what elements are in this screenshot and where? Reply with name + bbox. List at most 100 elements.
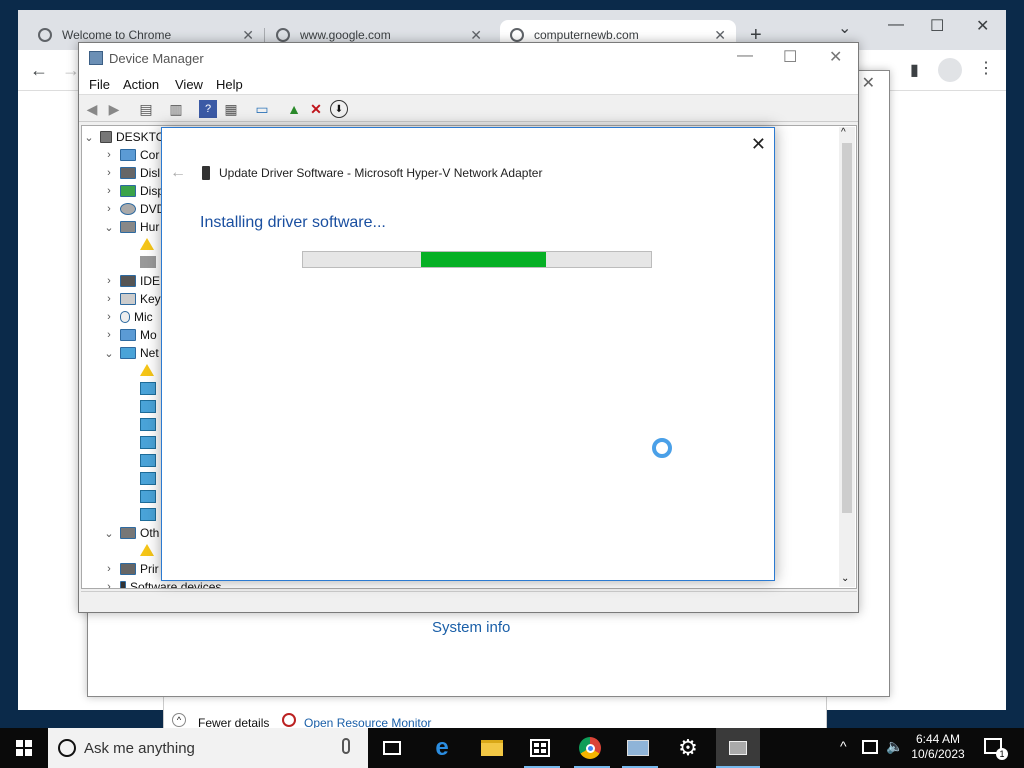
scrollbar-thumb[interactable] [842,143,852,513]
chevron-down-icon[interactable]: ⌄ [838,18,851,38]
help-icon[interactable]: ? [199,100,217,118]
chevron-down-icon[interactable]: ⌄ [82,131,96,144]
menu-view[interactable]: View [175,77,203,92]
menu-help[interactable]: Help [216,77,243,92]
close-icon[interactable]: ✕ [714,27,726,44]
chevron-right-icon[interactable]: › [102,185,116,197]
mouse-icon [120,311,130,323]
network-adapter-icon[interactable] [140,382,156,395]
update-driver-icon[interactable]: ▲ [285,100,303,118]
software-device-icon [120,581,126,588]
tab-title: Welcome to Chrome [62,28,172,42]
microphone-icon[interactable] [342,738,350,754]
taskbar-search[interactable]: Ask me anything [48,728,368,768]
menu-file[interactable]: File [89,77,110,92]
network-adapter-icon[interactable] [140,472,156,485]
document-icon[interactable]: ▥ [167,100,185,118]
system-info-link[interactable]: System info [432,619,510,636]
chevron-right-icon[interactable]: › [102,203,116,215]
close-icon[interactable]: ✕ [751,134,766,155]
progress-bar [302,251,652,268]
resource-monitor-icon [282,713,296,727]
clock-time: 6:44 AM [915,732,961,746]
file-explorer-icon[interactable] [478,734,506,762]
back-arrow-icon[interactable]: ← [30,60,48,81]
volume-muted-icon[interactable]: 🔈 [886,738,903,755]
chevron-up-icon[interactable]: ^ [172,713,186,727]
hid-icon [120,221,136,233]
network-adapter-icon[interactable] [140,490,156,503]
close-icon[interactable]: ✕ [242,27,254,44]
close-icon[interactable]: ✕ [976,16,989,36]
vertical-scrollbar[interactable]: ^ ⌄ [839,127,855,587]
warning-icon[interactable] [140,544,154,556]
store-icon[interactable] [526,734,554,762]
chevron-right-icon[interactable]: › [102,167,116,179]
network-adapter-icon[interactable] [140,508,156,521]
chevron-right-icon[interactable]: › [102,329,116,341]
tab-title: www.google.com [300,28,391,42]
more-vert-icon[interactable]: ⋮ [978,58,994,78]
maximize-icon[interactable]: ☐ [783,47,797,67]
printer-icon [120,563,136,575]
minimize-icon[interactable]: — [737,47,753,65]
device-manager-icon [89,51,103,65]
edge-icon[interactable]: e [428,734,456,762]
chevron-right-icon[interactable]: › [102,563,116,575]
network-adapter-icon[interactable] [140,400,156,413]
hid-device-icon[interactable] [140,256,156,268]
clock[interactable]: 6:44 AM 10/6/2023 [906,732,970,762]
chevron-up-icon[interactable]: ^ [840,738,847,754]
view-icon[interactable]: ▦ [222,100,240,118]
chevron-right-icon[interactable]: › [102,149,116,161]
dvd-icon [120,203,136,215]
minimize-icon[interactable]: — [888,16,904,34]
network-adapter-icon[interactable] [140,418,156,431]
download-icon[interactable]: ⬇ [330,100,348,118]
network-adapter-icon[interactable] [140,454,156,467]
chevron-down-icon[interactable]: ⌄ [102,347,116,360]
chevron-right-icon[interactable]: › [102,311,116,323]
menu-bar: File Action View Help [79,73,858,95]
chrome-icon[interactable] [576,734,604,762]
resource-monitor-icon[interactable] [624,734,652,762]
status-bar [81,591,857,611]
forward-arrow-icon[interactable]: ▶ [105,100,123,118]
back-arrow-icon[interactable]: ← [170,164,186,182]
gear-icon[interactable]: ⚙ [674,734,702,762]
monitor-icon[interactable]: ▭ [253,100,271,118]
keyboard-icon [120,293,136,305]
tree-label: DESKTO [116,130,166,144]
close-icon[interactable]: ✕ [829,47,842,67]
chevron-right-icon[interactable]: › [102,293,116,305]
tab-title: computernewb.com [534,28,639,42]
chevron-down-icon[interactable]: ⌄ [102,527,116,540]
chevron-up-icon[interactable]: ^ [841,127,846,138]
ide-icon [120,275,136,287]
network-status-icon[interactable] [862,740,878,754]
menu-action[interactable]: Action [123,77,159,92]
avatar[interactable] [938,58,962,82]
chevron-right-icon[interactable]: › [102,581,116,588]
tree-label: Oth [140,526,160,540]
warning-icon[interactable] [140,364,154,376]
task-view-icon[interactable] [378,734,406,762]
close-icon[interactable]: ✕ [862,73,875,93]
tree-label: Mic [134,310,153,324]
back-arrow-icon[interactable]: ◀ [83,100,101,118]
device-manager-taskbar-icon[interactable] [716,728,760,768]
network-adapter-icon[interactable] [140,436,156,449]
chevron-down-icon[interactable]: ⌄ [841,573,849,584]
sidebar-icon[interactable]: ▮ [910,60,919,80]
maximize-icon[interactable]: ☐ [930,16,944,36]
computer-icon [100,131,112,143]
start-button[interactable] [0,728,48,768]
uninstall-icon[interactable]: ✕ [307,100,325,118]
chevron-right-icon[interactable]: › [102,275,116,287]
chevron-down-icon[interactable]: ⌄ [102,221,116,234]
properties-icon[interactable]: ▤ [137,100,155,118]
warning-icon[interactable] [140,238,154,250]
close-icon[interactable]: ✕ [470,27,482,44]
toolbar: ◀ ▶ ▤ ▥ ? ▦ ▭ ▲ ✕ ⬇ [79,96,858,122]
globe-icon [276,28,290,42]
